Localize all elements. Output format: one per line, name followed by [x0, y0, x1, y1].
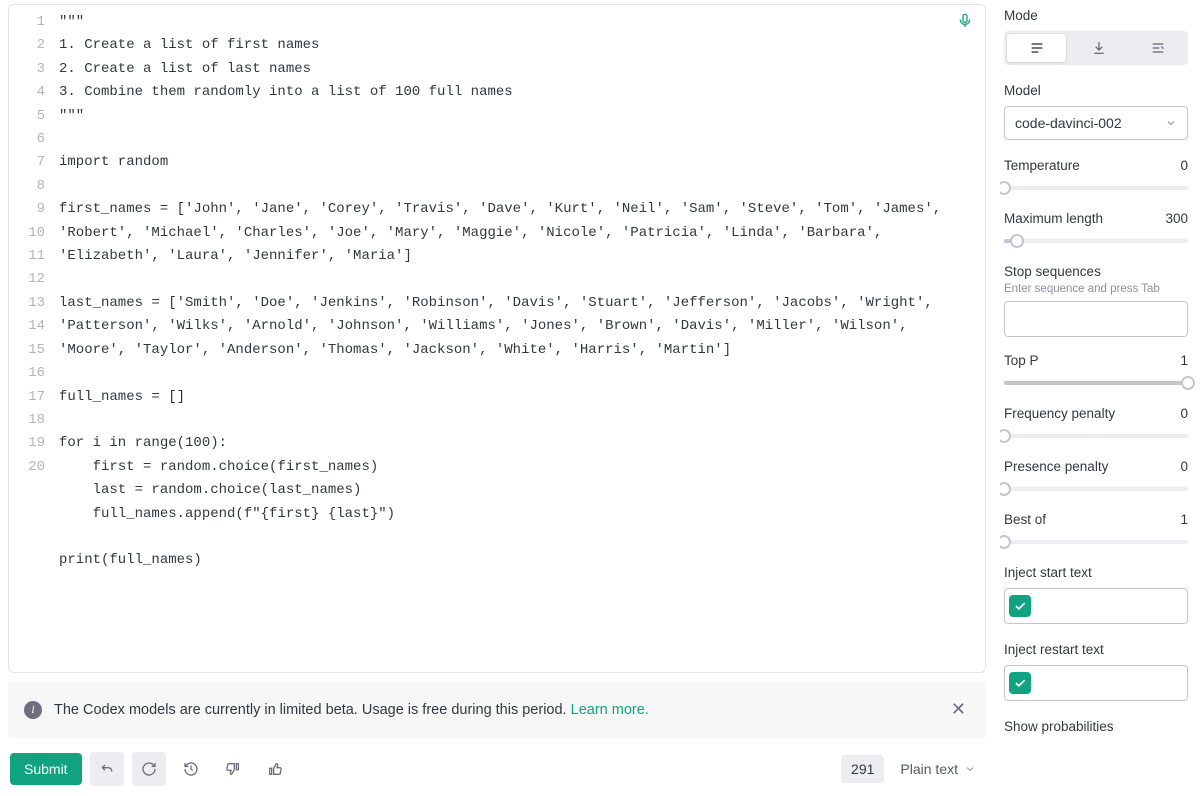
bestof-param: Best of1: [1004, 512, 1188, 549]
stop-param: Stop sequences Enter sequence and press …: [1004, 264, 1188, 337]
freq-param: Frequency penalty0: [1004, 406, 1188, 443]
chevron-down-icon: [964, 763, 976, 775]
thumbs-down-button[interactable]: [216, 752, 250, 786]
inject-restart-checkbox[interactable]: [1009, 672, 1031, 694]
mode-insert-icon[interactable]: [1069, 31, 1128, 65]
info-banner: i The Codex models are currently in limi…: [8, 681, 986, 738]
mode-toggle[interactable]: [1004, 31, 1188, 65]
settings-sidebar: Mode Model code-davinci-002 Temperature0…: [1000, 0, 1200, 796]
mode-edit-icon[interactable]: [1129, 31, 1188, 65]
close-icon[interactable]: ✕: [947, 695, 970, 724]
undo-button[interactable]: [90, 752, 124, 786]
code-editor[interactable]: 1234567891011121314151617181920 """1. Cr…: [8, 4, 986, 673]
model-select[interactable]: code-davinci-002: [1004, 106, 1188, 140]
info-icon: i: [24, 701, 42, 719]
pres-slider[interactable]: [1004, 482, 1188, 496]
banner-text: The Codex models are currently in limite…: [54, 702, 649, 718]
topp-slider[interactable]: [1004, 376, 1188, 390]
model-label: Model: [1004, 83, 1188, 98]
learn-more-link[interactable]: Learn more.: [571, 702, 649, 718]
show-probabilities-label: Show probabilities: [1004, 719, 1188, 734]
maxlength-param: Maximum length300: [1004, 211, 1188, 248]
inject-start-checkbox[interactable]: [1009, 595, 1031, 617]
inject-start-label: Inject start text: [1004, 565, 1188, 580]
mode-complete-icon[interactable]: [1007, 34, 1066, 62]
regenerate-button[interactable]: [132, 752, 166, 786]
submit-button[interactable]: Submit: [10, 753, 82, 785]
thumbs-up-button[interactable]: [258, 752, 292, 786]
code-content[interactable]: """1. Create a list of first names2. Cre…: [53, 5, 985, 672]
microphone-icon[interactable]: [957, 13, 973, 33]
inject-start-row[interactable]: [1004, 588, 1188, 624]
chevron-down-icon: [1165, 117, 1177, 129]
temperature-slider[interactable]: [1004, 181, 1188, 195]
line-number-gutter: 1234567891011121314151617181920: [9, 5, 53, 672]
format-select[interactable]: Plain text: [892, 755, 984, 783]
freq-slider[interactable]: [1004, 429, 1188, 443]
history-button[interactable]: [174, 752, 208, 786]
bestof-slider[interactable]: [1004, 535, 1188, 549]
stop-input[interactable]: [1004, 301, 1188, 337]
pres-param: Presence penalty0: [1004, 459, 1188, 496]
bottom-toolbar: Submit 291 Plain text: [0, 738, 994, 796]
temperature-param: Temperature0: [1004, 158, 1188, 195]
inject-start-input[interactable]: [1037, 598, 1200, 614]
maxlength-slider[interactable]: [1004, 234, 1188, 248]
inject-restart-input[interactable]: [1037, 675, 1200, 691]
topp-param: Top P1: [1004, 353, 1188, 390]
inject-restart-row[interactable]: [1004, 665, 1188, 701]
token-count: 291: [841, 755, 884, 783]
inject-restart-label: Inject restart text: [1004, 642, 1188, 657]
mode-label: Mode: [1004, 8, 1188, 23]
